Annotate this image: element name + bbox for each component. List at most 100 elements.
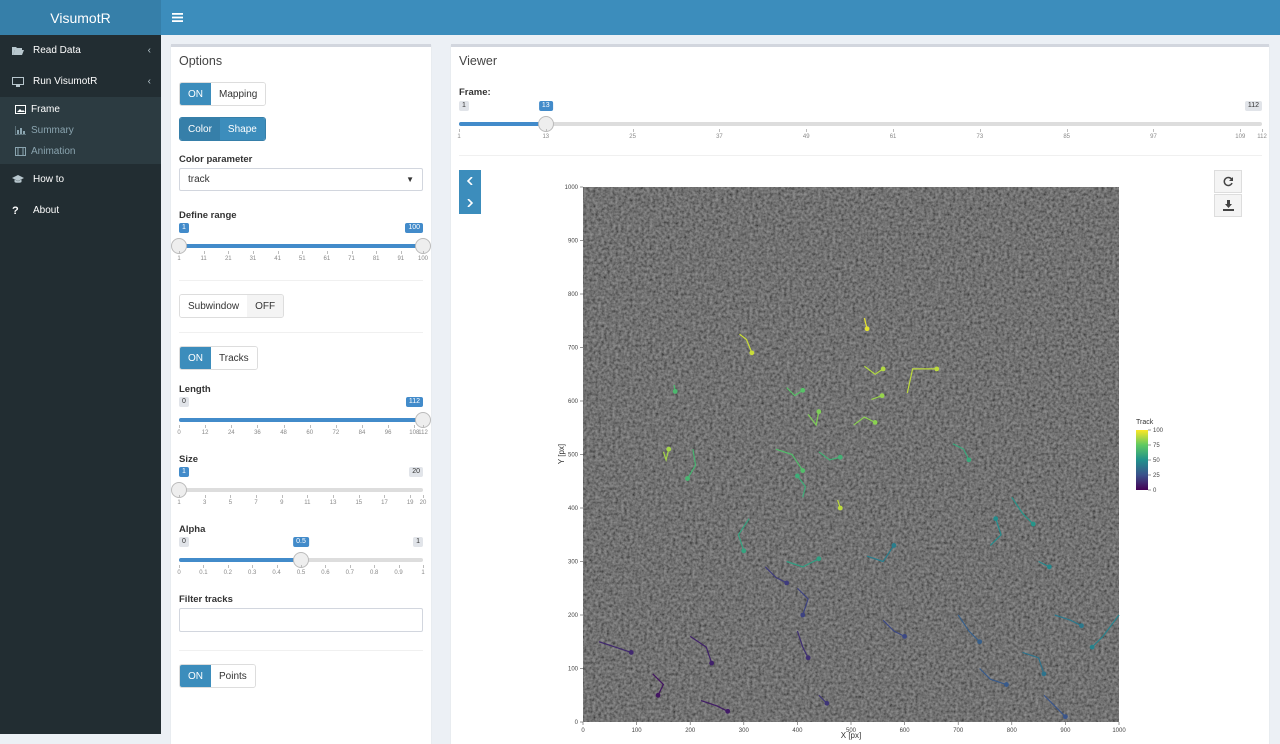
- slider-tick: [204, 495, 206, 498]
- track-point: [902, 634, 907, 639]
- track-point: [628, 650, 634, 655]
- hamburger-icon[interactable]: [161, 0, 193, 35]
- slider-tick: [459, 129, 460, 132]
- next-frame-button[interactable]: [459, 192, 481, 214]
- sidebar-item-summary[interactable]: Summary: [0, 120, 161, 141]
- slider-tick-label: 0.7: [345, 570, 354, 576]
- x-tick-label: 400: [792, 728, 803, 734]
- tracks-on-button[interactable]: ON: [180, 347, 211, 369]
- slider-track[interactable]: [459, 122, 1262, 126]
- alpha-slider[interactable]: 0 1 0.5 0 0.1 0.2 0.3 0.4 0.5 0.6 0.7 0.8 0.9 1: [177, 537, 425, 577]
- sidebar-item-label: Run VisumotR: [33, 76, 98, 87]
- track-point: [655, 692, 661, 698]
- slider-min-label: 1: [459, 101, 469, 111]
- length-slider[interactable]: 0 112 0 12 24 36 48 60 72 84 96 108 112: [177, 397, 431, 437]
- slider-tick: [256, 495, 258, 498]
- color-parameter-value: track: [188, 174, 210, 185]
- slider-tick-label: 85: [1063, 134, 1071, 140]
- slider-tick-label: 100: [417, 256, 429, 262]
- subwindow-off-button[interactable]: OFF: [247, 295, 284, 317]
- sidebar-item-about[interactable]: ? About: [0, 195, 161, 226]
- shape-button[interactable]: Shape: [219, 118, 265, 140]
- track-point: [1046, 564, 1052, 570]
- track-point: [816, 556, 822, 562]
- slider-tick: [309, 425, 311, 428]
- slider-tick: [333, 495, 335, 498]
- mapping-label[interactable]: Mapping: [211, 83, 266, 105]
- define-range-slider[interactable]: 1 100 1 11 21 31 41 51 61 71 81 91 100: [171, 223, 431, 263]
- x-tick-label: 300: [739, 728, 750, 734]
- slider-tick-label: 7: [254, 500, 258, 506]
- slider-ticks: 0 12 24 36 48 60 72 84 96 108 112: [177, 425, 428, 437]
- track-point: [977, 639, 983, 645]
- define-range-label: Define range: [179, 210, 237, 221]
- sidebar-item-read-data[interactable]: Read Data ‹: [0, 35, 161, 66]
- slider-min-label: 1: [179, 223, 189, 233]
- slider-tick-label: 0.4: [272, 570, 281, 576]
- slider-tick: [227, 565, 229, 568]
- app-logo[interactable]: VisumotR: [0, 0, 161, 35]
- graduation-cap-icon: [12, 175, 28, 185]
- chevron-left-icon: [467, 177, 473, 185]
- sidebar-item-frame[interactable]: Frame: [0, 99, 161, 120]
- slider-tick-label: 0.2: [223, 570, 232, 576]
- points-label[interactable]: Points: [211, 665, 255, 687]
- slider-tick-label: 0.1: [199, 570, 208, 576]
- track-point: [800, 468, 806, 473]
- slider-tick: [358, 495, 360, 498]
- sidebar-item-animation[interactable]: Animation: [0, 141, 161, 162]
- subwindow-toggle[interactable]: Subwindow OFF: [179, 294, 285, 318]
- tracks-toggle[interactable]: ON Tracks: [179, 346, 258, 370]
- slider-tick: [1240, 129, 1242, 132]
- legend-tick-label: 50: [1153, 458, 1160, 464]
- slider-tick: [414, 425, 416, 428]
- question-icon: ?: [12, 204, 19, 217]
- sidebar-item-run-visumotr[interactable]: Run VisumotR ‹: [0, 66, 161, 97]
- subwindow-label[interactable]: Subwindow: [180, 295, 248, 317]
- points-on-button[interactable]: ON: [180, 665, 211, 687]
- slider-tick-label: 9: [280, 500, 284, 506]
- color-button[interactable]: Color: [180, 118, 220, 140]
- tracks-label[interactable]: Tracks: [211, 347, 257, 369]
- slider-tick-label: 81: [372, 256, 380, 262]
- slider-ticks: 1 13 25 37 49 61 73 85 97 109 112: [457, 129, 1267, 141]
- y-axis-label: Y [px]: [557, 444, 566, 464]
- slider-tick: [257, 425, 259, 428]
- slider-tick: [349, 565, 351, 568]
- mapping-toggle[interactable]: ON Mapping: [179, 82, 267, 106]
- slider-tick: [632, 129, 634, 132]
- sidebar-submenu: Frame Summary Animation: [0, 97, 161, 164]
- slider-tick-label: 31: [249, 256, 257, 262]
- track-point: [1041, 671, 1047, 677]
- slider-tick: [1066, 129, 1068, 132]
- track-point: [879, 393, 885, 399]
- track-point: [795, 473, 800, 479]
- slider-tick-label: 41: [274, 256, 281, 262]
- folder-open-icon: [12, 46, 28, 56]
- mapping-on-button[interactable]: ON: [180, 83, 211, 105]
- slider-tick-label: 96: [384, 430, 392, 436]
- color-parameter-select[interactable]: track ▼: [179, 168, 423, 191]
- prev-frame-button[interactable]: [459, 170, 481, 192]
- slider-min-label: 1: [179, 467, 189, 477]
- sidebar-item-how-to[interactable]: How to: [0, 164, 161, 195]
- slider-tick: [276, 565, 278, 568]
- color-shape-toggle[interactable]: Color Shape: [179, 117, 266, 141]
- size-slider[interactable]: 1 20 1 3 5 7 9 11 13 15 17 19 20: [171, 467, 426, 507]
- track-point: [672, 388, 678, 394]
- legend-tick-label: 75: [1153, 443, 1160, 449]
- divider: [179, 280, 423, 281]
- filter-tracks-input[interactable]: [179, 608, 423, 632]
- options-title: Options: [179, 54, 223, 68]
- divider: [179, 650, 423, 651]
- chevron-left-icon: ‹: [147, 45, 151, 56]
- x-tick-label: 900: [1060, 728, 1071, 734]
- slider-tick: [277, 251, 279, 254]
- track-point: [784, 580, 790, 586]
- frame-slider[interactable]: 1 112 13 1 13 25 37 49 61 73 85 97 109 112: [457, 101, 1267, 141]
- slider-tick: [335, 425, 337, 428]
- y-tick-label: 100: [568, 667, 579, 673]
- slider-track[interactable]: [179, 488, 423, 492]
- caret-down-icon: ▼: [406, 175, 414, 184]
- points-toggle[interactable]: ON Points: [179, 664, 256, 688]
